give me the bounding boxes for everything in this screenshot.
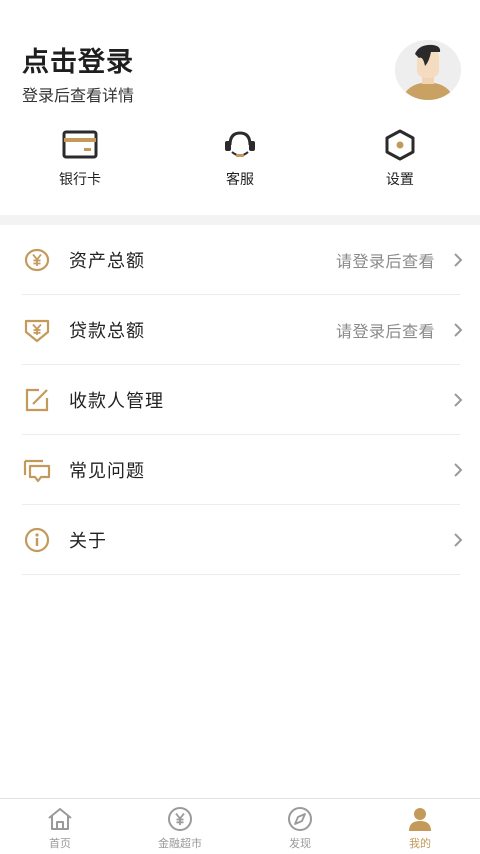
chat-bubbles-icon xyxy=(22,455,52,485)
chevron-right-icon xyxy=(454,323,463,337)
bottom-tab-bar: 首页 金融超市 发现 我的 xyxy=(0,798,480,854)
tab-label: 首页 xyxy=(49,837,71,850)
login-header[interactable]: 点击登录 登录后查看详情 xyxy=(0,0,480,120)
menu-label: 资产总额 xyxy=(69,251,145,272)
menu-label: 贷款总额 xyxy=(69,321,145,342)
menu-label: 关于 xyxy=(69,531,107,552)
tab-finance-market[interactable]: 金融超市 xyxy=(120,799,240,854)
tab-discover[interactable]: 发现 xyxy=(240,799,360,854)
menu-item-total-loans[interactable]: 贷款总额 请登录后查看 xyxy=(0,295,480,365)
menu-label: 收款人管理 xyxy=(69,391,164,412)
customer-service-label: 客服 xyxy=(225,172,254,188)
tab-label: 发现 xyxy=(289,837,311,850)
user-avatar-icon xyxy=(395,40,461,100)
settings-hexagon-icon xyxy=(385,129,415,161)
menu-list: 资产总额 请登录后查看 贷款总额 请登录后查看 收款人管理 常见问题 关于 xyxy=(0,225,480,575)
settings-button[interactable]: 设置 xyxy=(320,128,480,200)
menu-hint: 请登录后查看 xyxy=(335,252,435,271)
tab-mine[interactable]: 我的 xyxy=(360,799,480,854)
section-divider xyxy=(0,215,480,225)
chevron-right-icon xyxy=(454,533,463,547)
login-title[interactable]: 点击登录 xyxy=(22,40,134,79)
yen-circle-icon xyxy=(168,807,192,831)
edit-square-icon xyxy=(22,385,52,415)
tab-home[interactable]: 首页 xyxy=(0,799,120,854)
menu-item-total-assets[interactable]: 资产总额 请登录后查看 xyxy=(0,225,480,295)
tab-label: 金融超市 xyxy=(158,837,202,850)
headset-icon xyxy=(224,131,255,157)
person-icon xyxy=(409,808,431,831)
chevron-right-icon xyxy=(454,253,463,267)
chevron-right-icon xyxy=(454,463,463,477)
menu-hint: 请登录后查看 xyxy=(335,322,435,341)
menu-item-about[interactable]: 关于 xyxy=(0,505,480,575)
menu-item-faq[interactable]: 常见问题 xyxy=(0,435,480,505)
quick-actions: 银行卡 客服 设置 xyxy=(0,128,480,200)
yen-coin-icon xyxy=(22,245,52,275)
yen-shield-icon xyxy=(22,315,52,345)
bank-card-button[interactable]: 银行卡 xyxy=(0,128,160,200)
login-subtitle: 登录后查看详情 xyxy=(22,86,135,105)
customer-service-button[interactable]: 客服 xyxy=(160,128,320,200)
bank-card-icon xyxy=(62,130,98,159)
menu-label: 常见问题 xyxy=(69,461,145,482)
chevron-right-icon xyxy=(454,393,463,407)
info-circle-icon xyxy=(22,525,52,555)
settings-label: 设置 xyxy=(385,172,414,188)
home-icon xyxy=(48,808,72,830)
menu-item-payee-management[interactable]: 收款人管理 xyxy=(0,365,480,435)
avatar[interactable] xyxy=(395,40,461,100)
compass-icon xyxy=(288,807,312,831)
bank-card-label: 银行卡 xyxy=(58,172,101,188)
tab-label: 我的 xyxy=(409,837,431,850)
